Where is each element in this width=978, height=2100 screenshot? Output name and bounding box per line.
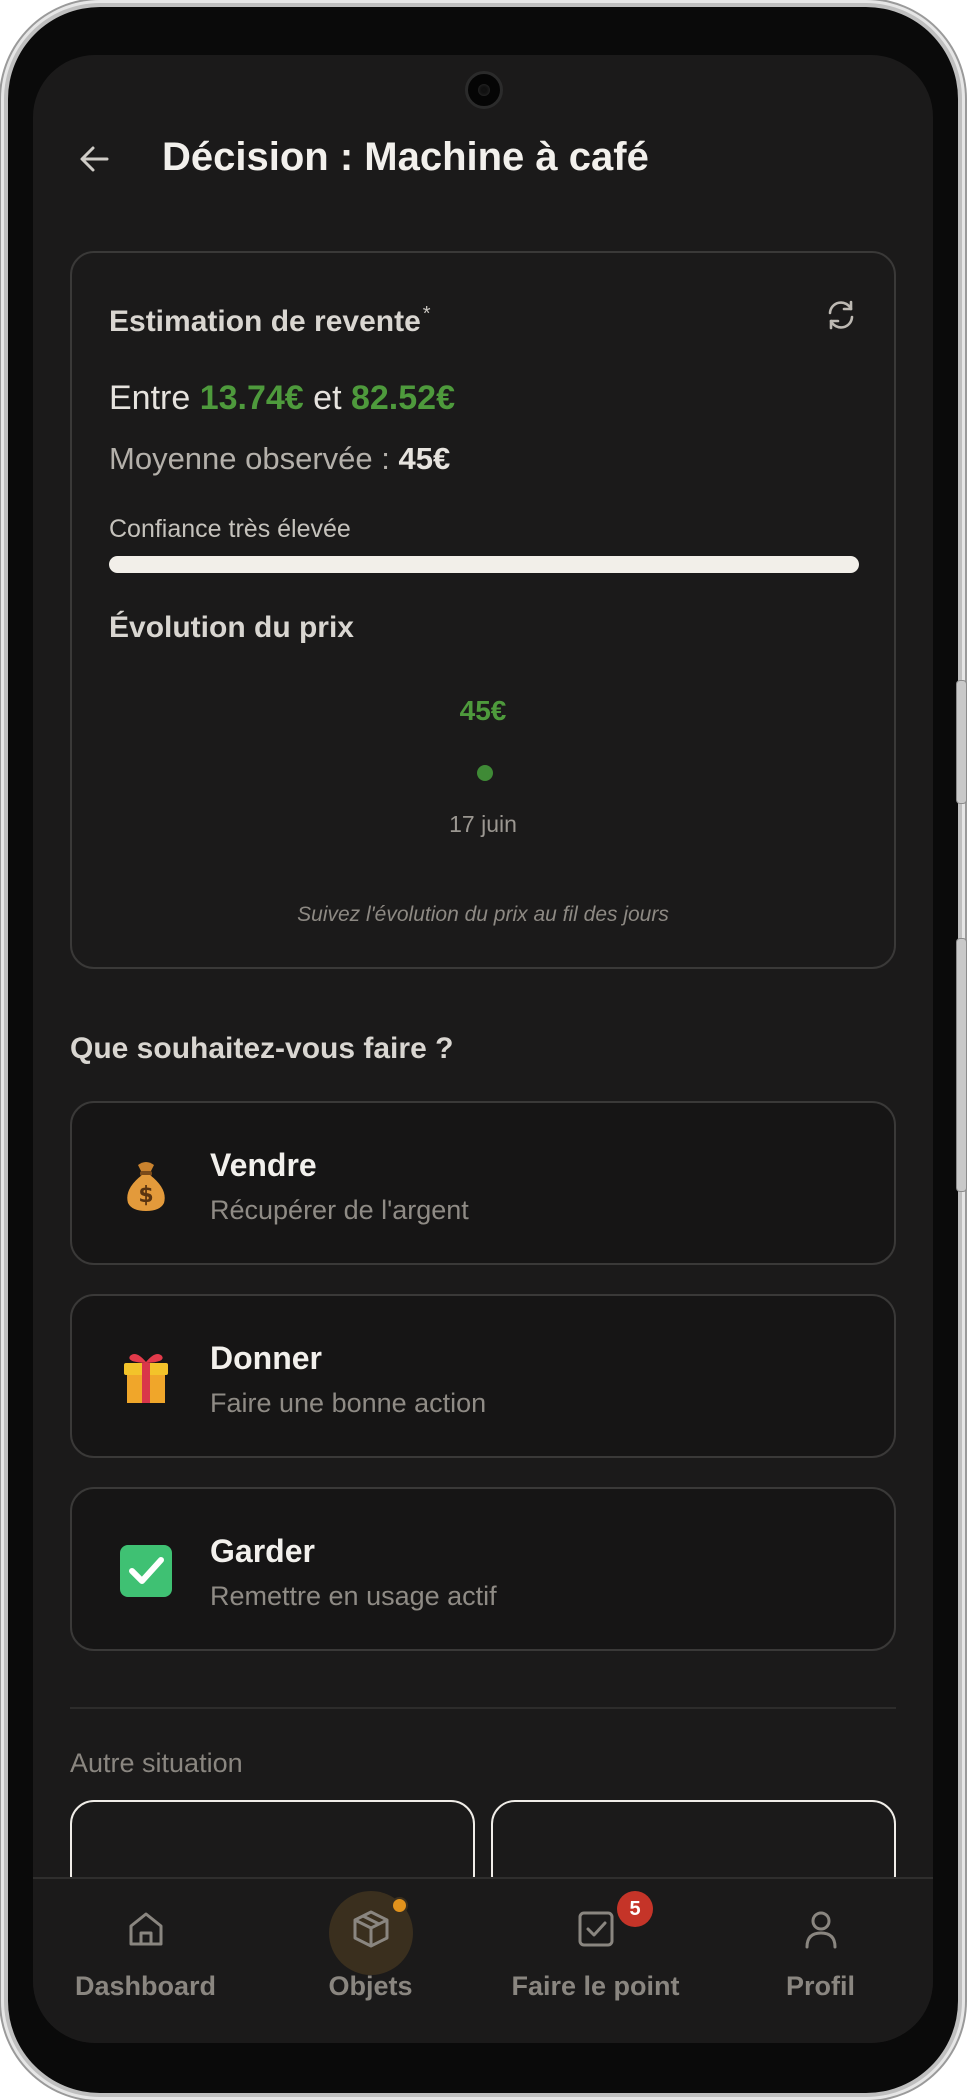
range-low: 13.74€ <box>199 379 304 417</box>
price-point-value: 45€ <box>459 695 507 726</box>
confidence-label: Confiance très élevée <box>109 515 351 543</box>
option-sell[interactable]: $ Vendre Récupérer de l'argent <box>70 1101 896 1265</box>
section-divider <box>70 1707 896 1709</box>
option-give[interactable]: Donner Faire une bonne action <box>70 1294 896 1458</box>
home-icon <box>124 1907 168 1951</box>
power-button <box>956 938 967 1192</box>
nav-profil[interactable]: Profil <box>708 1879 933 2043</box>
nav-label: Faire le point <box>511 1971 680 2001</box>
option-subtitle: Récupérer de l'argent <box>210 1195 469 1225</box>
price-point-dot <box>477 765 493 781</box>
option-title: Garder <box>210 1533 315 1569</box>
option-title: Donner <box>210 1340 322 1376</box>
svg-text:$: $ <box>138 1183 153 1208</box>
nav-label: Dashboard <box>74 1971 217 2001</box>
estimate-title: Estimation de revente * <box>109 303 431 338</box>
nav-objets[interactable]: Objets <box>258 1879 483 2043</box>
nav-label: Profil <box>785 1971 855 2001</box>
price-point-date: 17 juin <box>449 811 517 837</box>
price-evolution-title: Évolution du prix <box>109 611 354 644</box>
nav-faire-le-point[interactable]: 5 Faire le point <box>483 1879 708 2043</box>
notification-dot <box>391 1897 408 1914</box>
price-range: Entre 13.74€ et 82.52€ <box>109 379 455 417</box>
user-icon <box>799 1907 843 1951</box>
back-arrow-icon[interactable] <box>75 139 115 179</box>
nav-label: Objets <box>328 1971 413 2001</box>
bottom-navigation: Dashboard Objets 5 Faire le point Profil <box>33 1877 933 2043</box>
volume-button <box>956 680 967 804</box>
checklist-icon <box>574 1907 618 1951</box>
option-subtitle: Remettre en usage actif <box>210 1581 497 1611</box>
app-header: Décision : Machine à café <box>33 113 933 203</box>
resale-estimate-card: Estimation de revente * Entre 13.74€ et 8… <box>70 251 896 969</box>
app-screen: Décision : Machine à café Estimation de … <box>33 55 933 2043</box>
option-keep[interactable]: Garder Remettre en usage actif <box>70 1487 896 1651</box>
action-question: Que souhaitez-vous faire ? <box>70 1032 454 1065</box>
option-subtitle: Faire une bonne action <box>210 1388 487 1418</box>
gift-icon <box>116 1348 176 1408</box>
footnote-marker: * <box>422 303 431 325</box>
notification-badge: 5 <box>617 1891 653 1927</box>
front-camera <box>465 71 503 109</box>
option-title: Vendre <box>210 1147 317 1183</box>
average-price: Moyenne observée : 45€ <box>109 441 451 476</box>
range-high: 82.52€ <box>350 379 455 417</box>
page-title: Décision : Machine à café <box>162 135 649 179</box>
money-bag-icon: $ <box>116 1155 176 1215</box>
check-box-icon <box>116 1541 176 1601</box>
refresh-icon[interactable] <box>824 298 858 332</box>
evolution-caption: Suivez l'évolution du prix au fil des jo… <box>297 903 669 926</box>
other-situation-label: Autre situation <box>70 1748 243 1778</box>
box-icon <box>349 1907 393 1951</box>
nav-dashboard[interactable]: Dashboard <box>33 1879 258 2043</box>
confidence-bar <box>109 556 859 573</box>
